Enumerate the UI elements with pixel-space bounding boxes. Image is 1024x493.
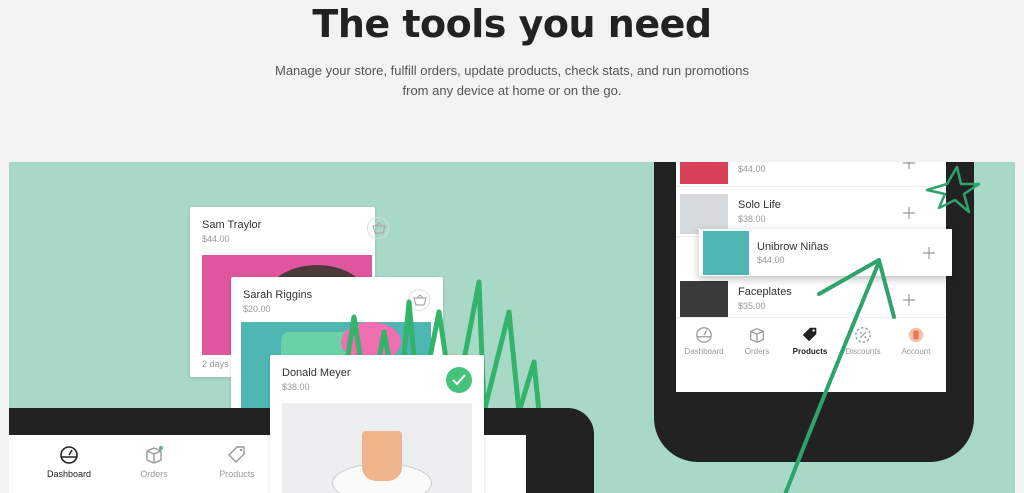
- subtitle-line-2: from any device at home or on the go.: [402, 83, 622, 98]
- subtitle-line-1: Manage your store, fulfill orders, updat…: [274, 63, 750, 78]
- page-title: The tools you need: [312, 2, 712, 46]
- arrow-doodle: [783, 165, 981, 493]
- star-doodle-icon: [925, 165, 981, 214]
- page-subtitle: Manage your store, fulfill orders, updat…: [262, 61, 762, 101]
- illustration-stage: Sam Traylor $44.00 2 days a Sarah Riggin…: [9, 162, 1015, 493]
